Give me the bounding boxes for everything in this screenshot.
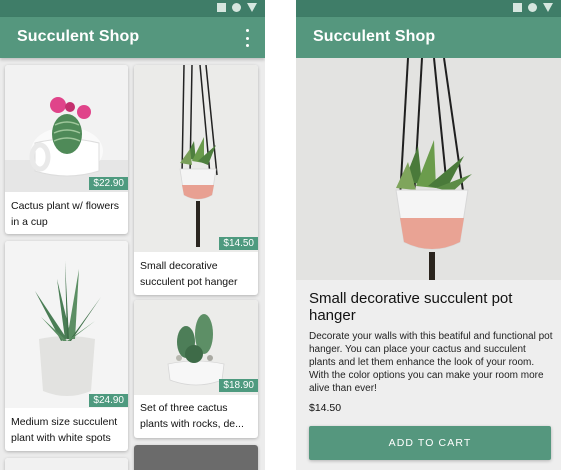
product-name: Set of three cactus plants with rocks, d… xyxy=(140,402,244,430)
product-name: Medium size succulent plant with white s… xyxy=(11,416,118,444)
recent-apps-icon xyxy=(217,3,226,12)
product-card[interactable]: $14.50 Small decorative succulent pot ha… xyxy=(134,65,258,295)
screenshot-stage: Succulent Shop $22.90 Cactus plant w/ fl… xyxy=(0,0,561,470)
detail-product-description: Decorate your walls with this beatiful a… xyxy=(309,331,553,394)
product-detail-screen: Succulent Shop Small decorative succulen… xyxy=(296,0,561,470)
product-card[interactable] xyxy=(5,458,128,470)
status-icons xyxy=(513,3,553,12)
app-title: Succulent Shop xyxy=(313,28,436,45)
status-bar xyxy=(0,0,265,17)
status-bar xyxy=(296,0,561,17)
product-list-screen: Succulent Shop $22.90 Cactus plant w/ fl… xyxy=(0,0,265,470)
recent-apps-icon xyxy=(513,3,522,12)
detail-product-price: $14.50 xyxy=(309,402,342,414)
overflow-menu-icon[interactable] xyxy=(243,29,251,47)
product-image-cactus-flowers xyxy=(5,65,128,192)
price-tag: $24.90 xyxy=(89,394,128,407)
back-icon xyxy=(543,3,553,12)
add-to-cart-button[interactable]: ADD TO CART xyxy=(309,426,551,460)
product-image xyxy=(5,458,128,470)
hero-image-pot-hanger xyxy=(296,58,561,280)
product-card[interactable]: $18.90 Set of three cactus plants with r… xyxy=(134,300,258,438)
product-name: Small decorative succulent pot hanger xyxy=(140,260,238,288)
product-image-medium-succulent xyxy=(5,241,128,408)
app-title: Succulent Shop xyxy=(17,28,140,45)
price-tag: $14.50 xyxy=(219,237,258,250)
product-card[interactable] xyxy=(134,445,258,470)
product-hero-image xyxy=(296,58,561,280)
product-image-pot-hanger xyxy=(134,65,258,252)
product-card[interactable]: $22.90 Cactus plant w/ flowers in a cup xyxy=(5,65,128,234)
home-icon xyxy=(528,3,537,12)
home-icon xyxy=(232,3,241,12)
price-tag: $22.90 xyxy=(89,177,128,190)
product-name: Cactus plant w/ flowers in a cup xyxy=(11,200,119,228)
product-image xyxy=(134,445,258,470)
detail-product-title: Small decorative succulent pot hanger xyxy=(309,290,513,324)
product-card[interactable]: $24.90 Medium size succulent plant with … xyxy=(5,241,128,451)
price-tag: $18.90 xyxy=(219,379,258,392)
back-icon xyxy=(247,3,257,12)
app-bar: Succulent Shop xyxy=(296,17,561,58)
status-icons xyxy=(217,3,257,12)
app-bar: Succulent Shop xyxy=(0,17,265,58)
